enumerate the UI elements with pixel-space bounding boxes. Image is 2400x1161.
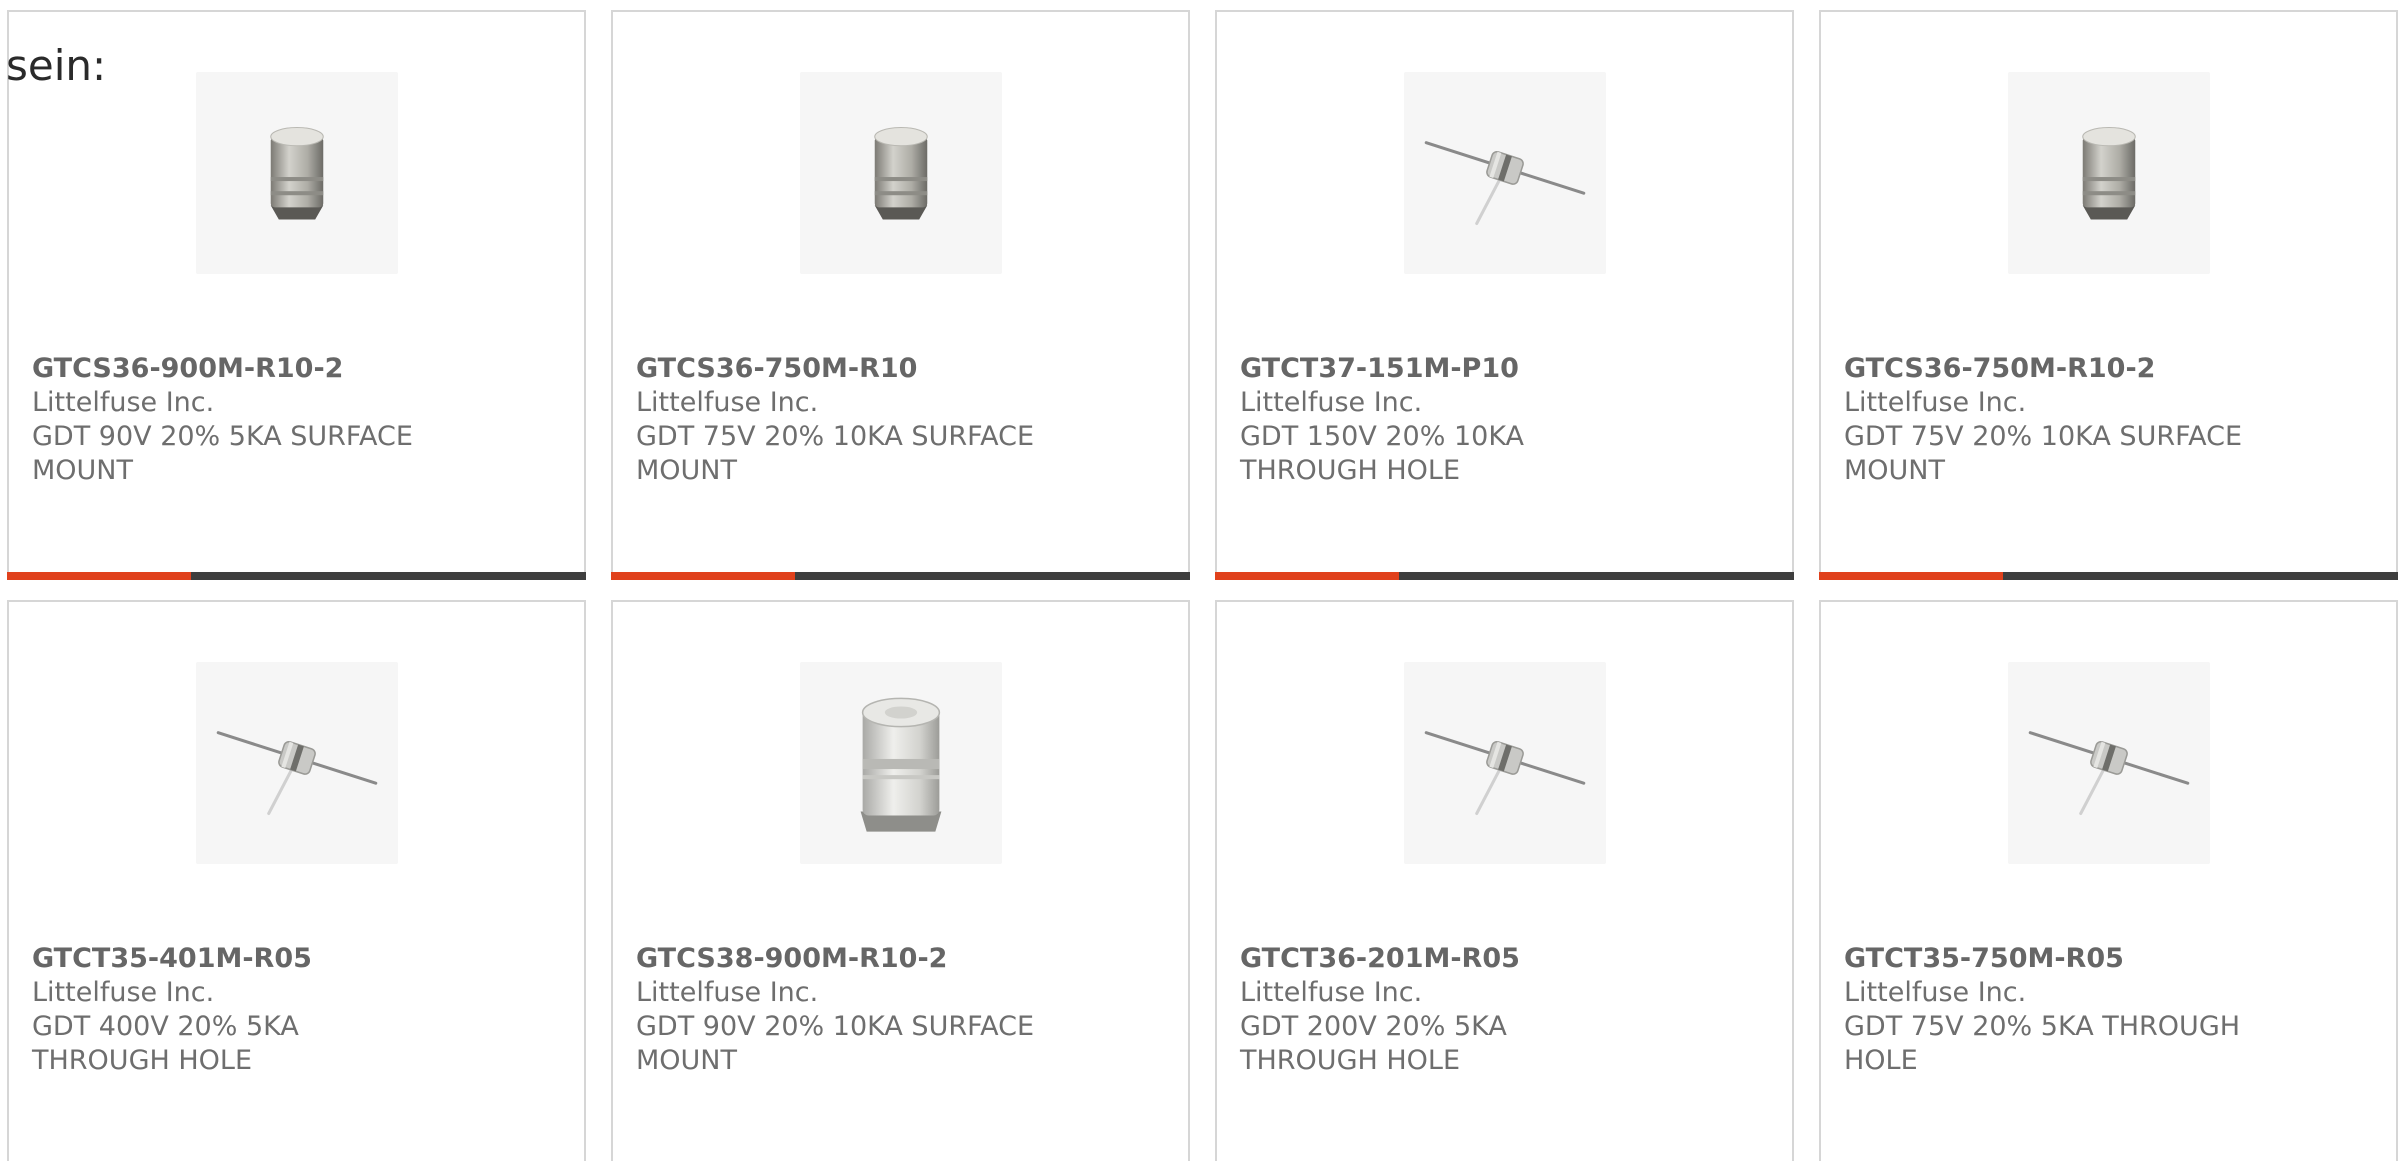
product-description: GDT 75V 20% 10KA SURFACE MOUNT: [1844, 421, 2243, 486]
manufacturer-name: Littelfuse Inc.: [636, 977, 819, 1008]
part-number-link[interactable]: GTCT36-201M-R05: [1240, 942, 1740, 976]
product-description: GDT 90V 20% 5KA SURFACE MOUNT: [32, 421, 413, 486]
product-description: GDT 75V 20% 5KA THROUGH HOLE: [1844, 1011, 2241, 1076]
product-card[interactable]: GTCT37-151M-P10 Littelfuse Inc. GDT 150V…: [1215, 10, 1794, 580]
through-hole-gdt-icon: [1424, 141, 1586, 226]
product-description: GDT 400V 20% 5KA THROUGH HOLE: [32, 1011, 299, 1076]
manufacturer-name: Littelfuse Inc.: [32, 387, 215, 418]
product-info: GTCS36-750M-R10-2 Littelfuse Inc. GDT 75…: [1844, 352, 2344, 488]
card-footer-bar: [7, 572, 586, 580]
product-grid-page: sein: GTCS36-900M-R10-2 Littelfuse Inc. …: [0, 0, 2400, 1161]
surface-mount-gdt-icon: [270, 127, 324, 220]
card-accent-bar: [7, 572, 191, 580]
manufacturer-name: Littelfuse Inc.: [1844, 977, 2027, 1008]
product-info: GTCT35-750M-R05 Littelfuse Inc. GDT 75V …: [1844, 942, 2344, 1078]
surface-mount-gdt-icon: [2082, 127, 2136, 220]
product-card[interactable]: GTCS36-900M-R10-2 Littelfuse Inc. GDT 90…: [7, 10, 586, 580]
part-number-link[interactable]: GTCT35-401M-R05: [32, 942, 532, 976]
product-description: GDT 75V 20% 10KA SURFACE MOUNT: [636, 421, 1035, 486]
product-info: GTCT36-201M-R05 Littelfuse Inc. GDT 200V…: [1240, 942, 1740, 1078]
part-number-link[interactable]: GTCT37-151M-P10: [1240, 352, 1740, 386]
product-info: GTCT37-151M-P10 Littelfuse Inc. GDT 150V…: [1240, 352, 1740, 488]
large-surface-mount-gdt-icon: [860, 697, 942, 832]
product-card[interactable]: GTCT36-201M-R05 Littelfuse Inc. GDT 200V…: [1215, 600, 1794, 1161]
card-accent-bar: [611, 572, 795, 580]
part-number-link[interactable]: GTCS36-750M-R10-2: [1844, 352, 2344, 386]
manufacturer-name: Littelfuse Inc.: [1240, 387, 1423, 418]
product-info: GTCT35-401M-R05 Littelfuse Inc. GDT 400V…: [32, 942, 532, 1078]
card-footer-bar: [1819, 572, 2398, 580]
product-description: GDT 150V 20% 10KA THROUGH HOLE: [1240, 421, 1525, 486]
card-footer-bar: [1215, 572, 1794, 580]
product-card[interactable]: GTCT35-750M-R05 Littelfuse Inc. GDT 75V …: [1819, 600, 2398, 1161]
product-image[interactable]: [2008, 662, 2210, 864]
surface-mount-gdt-icon: [874, 127, 928, 220]
part-number-link[interactable]: GTCS36-750M-R10: [636, 352, 1136, 386]
product-image[interactable]: [196, 662, 398, 864]
product-image[interactable]: [196, 72, 398, 274]
manufacturer-name: Littelfuse Inc.: [1844, 387, 2027, 418]
part-number-link[interactable]: GTCT35-750M-R05: [1844, 942, 2344, 976]
product-image[interactable]: [2008, 72, 2210, 274]
manufacturer-name: Littelfuse Inc.: [1240, 977, 1423, 1008]
product-image[interactable]: [1404, 662, 1606, 864]
part-number-link[interactable]: GTCS38-900M-R10-2: [636, 942, 1136, 976]
through-hole-gdt-icon: [216, 731, 378, 816]
through-hole-gdt-icon: [1424, 731, 1586, 816]
manufacturer-name: Littelfuse Inc.: [32, 977, 215, 1008]
product-info: GTCS36-900M-R10-2 Littelfuse Inc. GDT 90…: [32, 352, 532, 488]
product-description: GDT 90V 20% 10KA SURFACE MOUNT: [636, 1011, 1035, 1076]
product-image[interactable]: [800, 72, 1002, 274]
product-info: GTCS38-900M-R10-2 Littelfuse Inc. GDT 90…: [636, 942, 1136, 1078]
card-accent-bar: [1215, 572, 1399, 580]
product-card[interactable]: GTCS36-750M-R10-2 Littelfuse Inc. GDT 75…: [1819, 10, 2398, 580]
part-number-link[interactable]: GTCS36-900M-R10-2: [32, 352, 532, 386]
product-card[interactable]: GTCT35-401M-R05 Littelfuse Inc. GDT 400V…: [7, 600, 586, 1161]
intro-text: sein:: [6, 41, 107, 90]
product-image[interactable]: [800, 662, 1002, 864]
through-hole-gdt-icon: [2028, 731, 2190, 816]
product-image[interactable]: [1404, 72, 1606, 274]
product-card[interactable]: GTCS38-900M-R10-2 Littelfuse Inc. GDT 90…: [611, 600, 1190, 1161]
card-footer-bar: [611, 572, 1190, 580]
product-info: GTCS36-750M-R10 Littelfuse Inc. GDT 75V …: [636, 352, 1136, 488]
manufacturer-name: Littelfuse Inc.: [636, 387, 819, 418]
product-description: GDT 200V 20% 5KA THROUGH HOLE: [1240, 1011, 1507, 1076]
product-card[interactable]: GTCS36-750M-R10 Littelfuse Inc. GDT 75V …: [611, 10, 1190, 580]
card-accent-bar: [1819, 572, 2003, 580]
